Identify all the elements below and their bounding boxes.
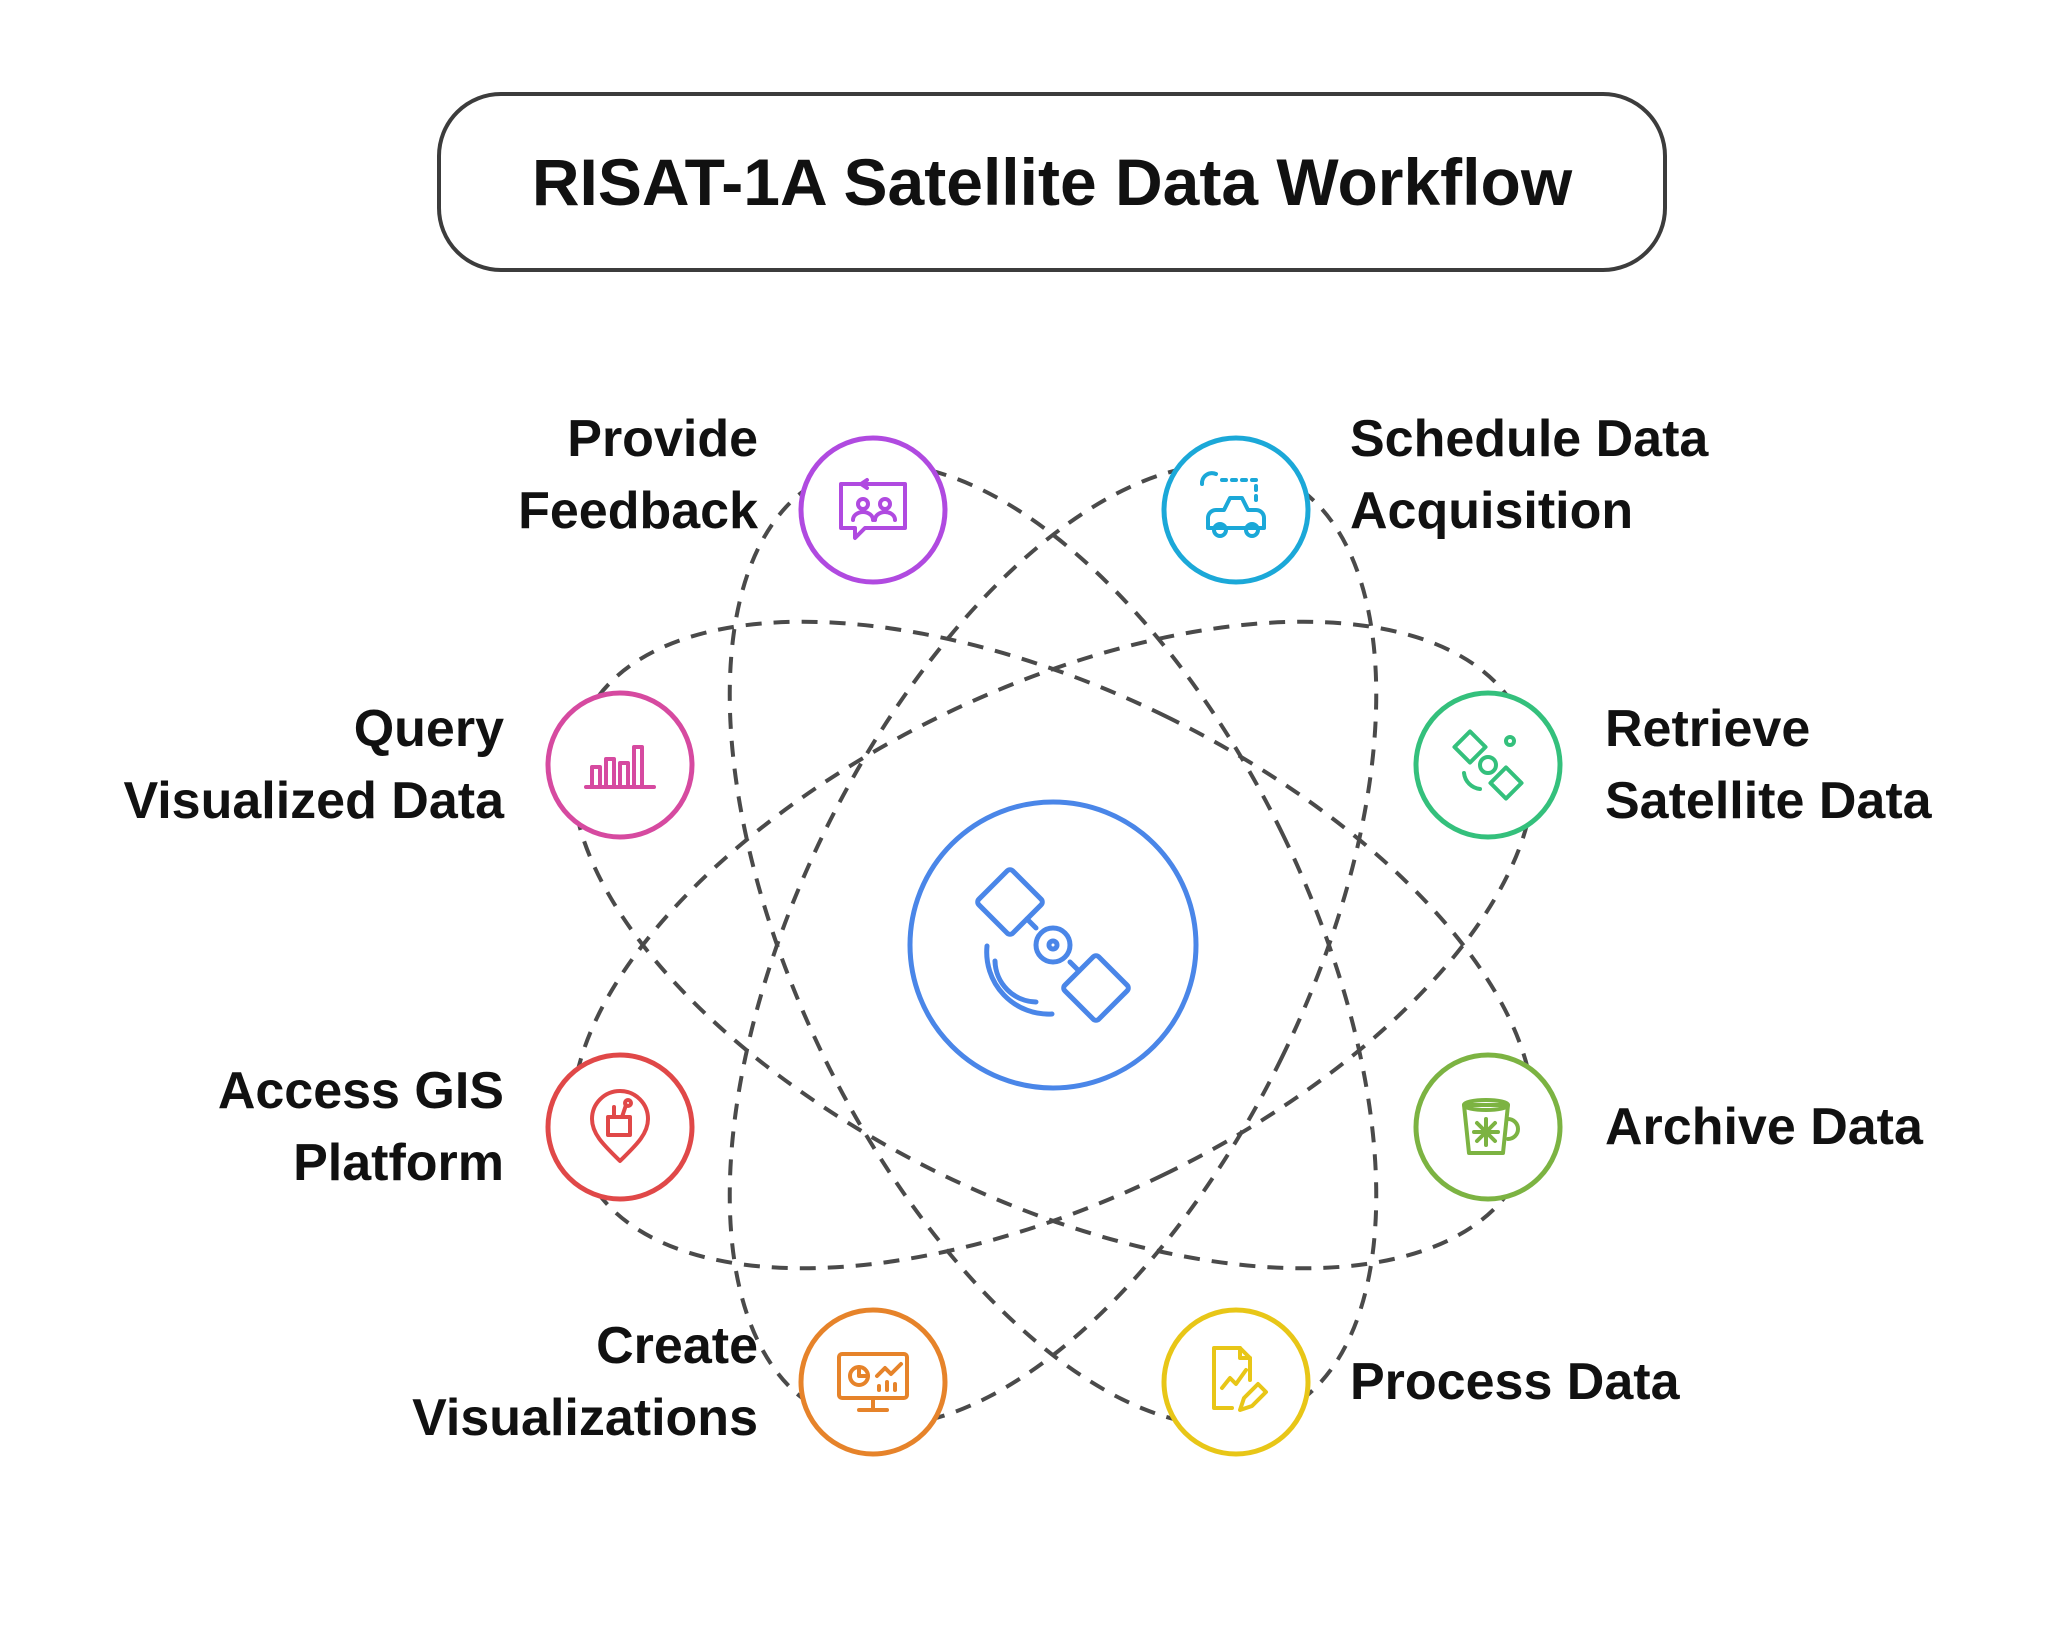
center-node: [907, 799, 1199, 1091]
step-node-circle: [1161, 435, 1311, 585]
step-node: [1413, 1052, 1563, 1202]
step-label-line: Satellite Data: [1605, 772, 1932, 830]
step-label: Create Visualizations: [412, 1310, 758, 1454]
step-label-line: Platform: [293, 1134, 504, 1192]
step-node: [545, 690, 695, 840]
step-label-line: Schedule Data: [1350, 410, 1709, 468]
step-label: Schedule Data Acquisition: [1350, 403, 1708, 547]
step-label-line: Acquisition: [1350, 482, 1634, 540]
step-label-line: Archive Data: [1605, 1098, 1923, 1156]
step-node-circle: [798, 1307, 948, 1457]
step-node-circle: [798, 435, 948, 585]
step-node-circle: [545, 1052, 695, 1202]
step-node: [798, 435, 948, 585]
step-label: Archive Data: [1605, 1091, 1923, 1163]
step-label-line: Visualized Data: [123, 772, 504, 830]
step-label: Process Data: [1350, 1346, 1680, 1418]
step-label: Provide Feedback: [518, 403, 758, 547]
step-label-line: Visualizations: [412, 1389, 758, 1447]
step-label: Retrieve Satellite Data: [1605, 693, 1932, 837]
step-node: [1161, 1307, 1311, 1457]
step-label-line: Query: [353, 700, 504, 758]
step-label-line: Process Data: [1350, 1353, 1680, 1411]
step-label-line: Create: [596, 1317, 758, 1375]
step-label: Query Visualized Data: [123, 693, 504, 837]
step-node: [545, 1052, 695, 1202]
step-node: [1413, 690, 1563, 840]
step-label-line: Retrieve: [1605, 700, 1811, 758]
step-label-line: Access GIS: [217, 1062, 504, 1120]
step-node-circle: [1413, 690, 1563, 840]
step-label: Access GIS Platform: [218, 1055, 504, 1199]
step-node: [1161, 435, 1311, 585]
step-node: [798, 1307, 948, 1457]
step-label-line: Provide: [567, 410, 758, 468]
step-label-line: Feedback: [518, 482, 758, 540]
